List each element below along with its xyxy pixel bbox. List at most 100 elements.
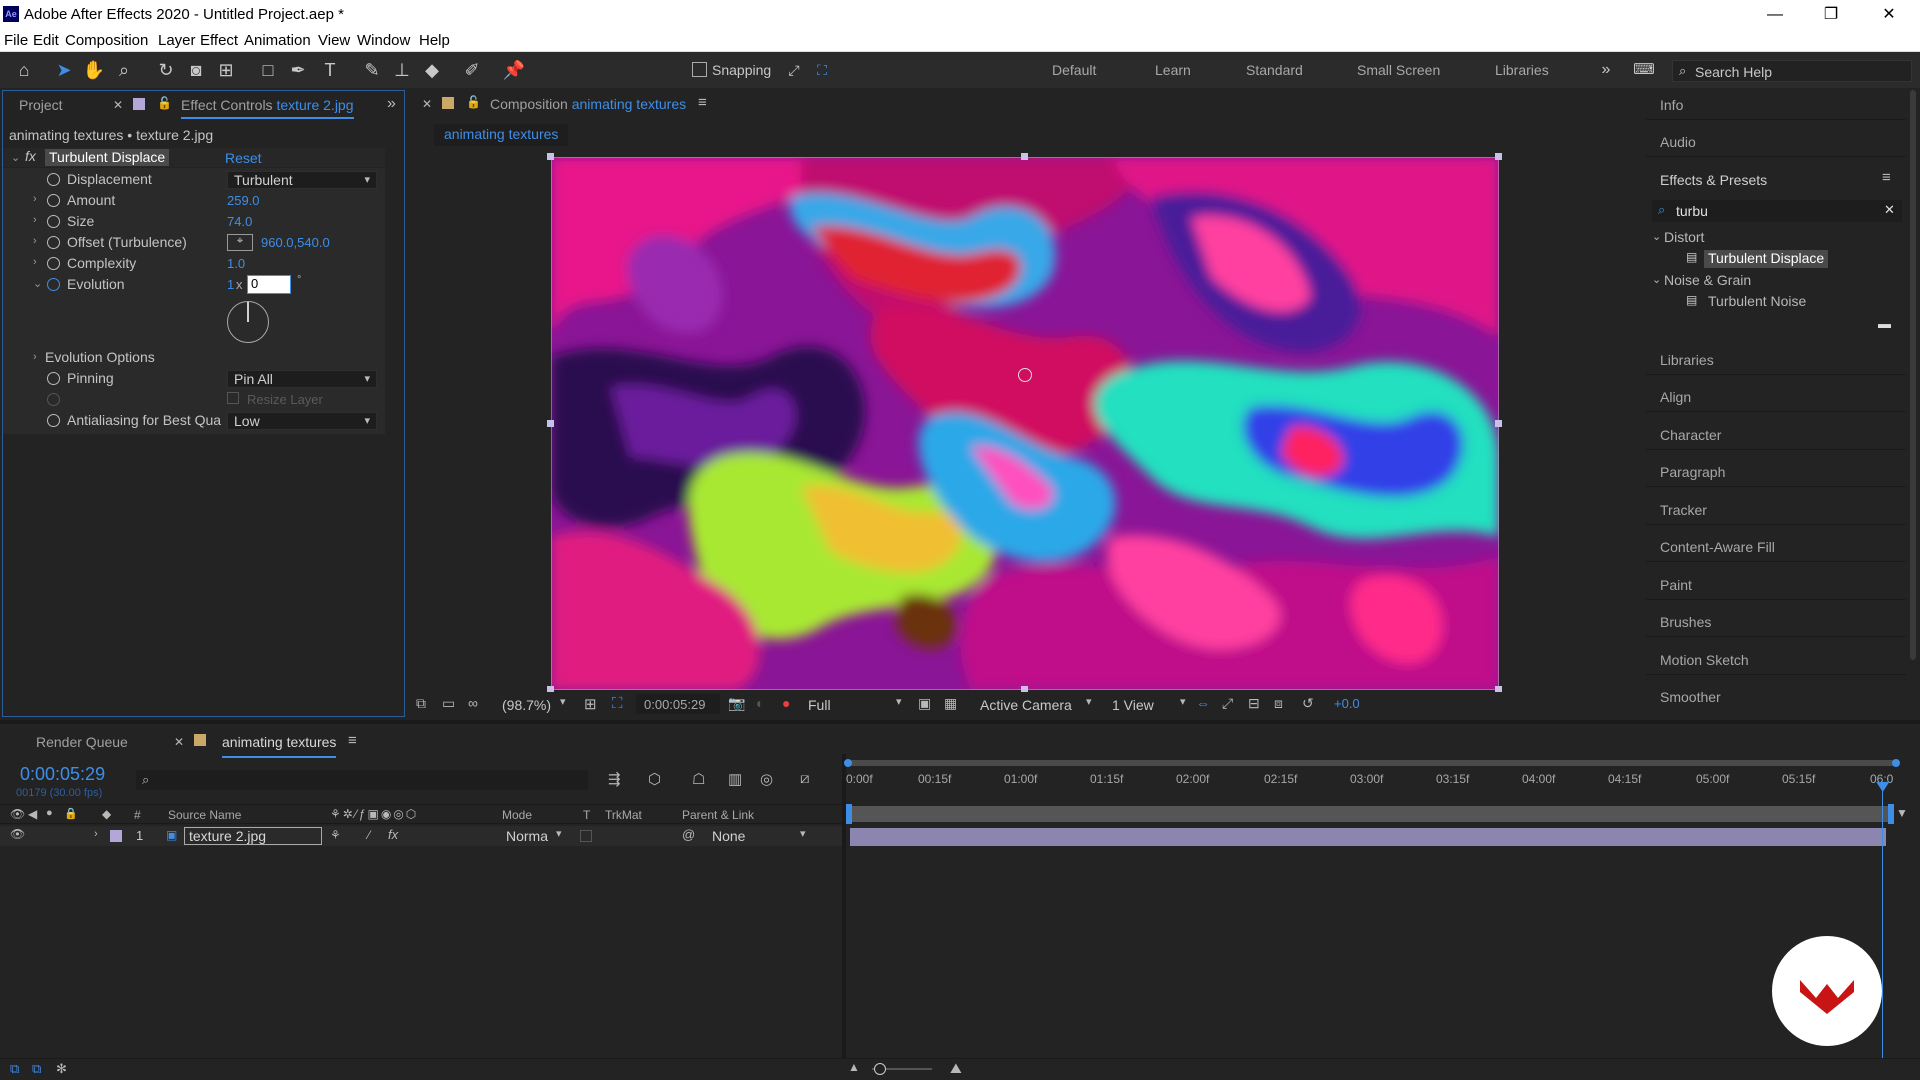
audio-panel-header[interactable]: Audio: [1646, 127, 1906, 157]
menu-file[interactable]: File: [4, 32, 28, 49]
offset-value[interactable]: 960.0,540.0: [261, 235, 330, 250]
snap-options-icon[interactable]: ⤢: [782, 58, 806, 82]
toggle-pixel-aspect-icon[interactable]: ⇔: [1196, 695, 1210, 711]
stopwatch-icon[interactable]: [47, 173, 60, 186]
menu-layer[interactable]: Layer: [158, 32, 196, 49]
zoom-icon[interactable]: ⌕: [112, 58, 136, 82]
reset-link[interactable]: Reset: [225, 150, 262, 166]
snap-edges-icon[interactable]: ⛶: [810, 58, 834, 82]
twirl-layer-icon[interactable]: ›: [94, 828, 98, 840]
brushes-panel-header[interactable]: Brushes: [1646, 607, 1906, 637]
fast-previews-icon[interactable]: ▣: [918, 695, 931, 712]
zoom-level[interactable]: (98.7%): [502, 697, 551, 713]
quality-switch-icon[interactable]: ⁄: [368, 828, 370, 842]
effects-search-field[interactable]: ⌕ turbu ✕: [1652, 200, 1902, 222]
minimize-button[interactable]: —: [1760, 4, 1790, 26]
complexity-value[interactable]: 1.0: [227, 256, 245, 271]
eraser-icon[interactable]: ◆: [420, 58, 444, 82]
resolution-dropdown[interactable]: Full ▾: [808, 695, 908, 713]
parent-dropdown[interactable]: None ▾: [708, 827, 814, 845]
stopwatch-icon[interactable]: [47, 278, 60, 291]
content-aware-fill-panel-header[interactable]: Content-Aware Fill: [1646, 532, 1906, 562]
workspace-small-screen[interactable]: Small Screen: [1357, 62, 1440, 78]
pen-icon[interactable]: ✒: [286, 58, 310, 82]
libraries-panel-header[interactable]: Libraries: [1646, 345, 1906, 375]
stopwatch-icon[interactable]: [47, 194, 60, 207]
stopwatch-icon[interactable]: [47, 414, 60, 427]
paint-panel-header[interactable]: Paint: [1646, 570, 1906, 600]
layer-handle[interactable]: [547, 153, 554, 160]
layer-handle[interactable]: [1495, 420, 1502, 427]
align-panel-header[interactable]: Align: [1646, 382, 1906, 412]
comp-breadcrumb[interactable]: animating textures: [434, 124, 569, 146]
tab-render-queue[interactable]: Render Queue: [36, 734, 128, 762]
chevron-down-icon[interactable]: ⌄: [1652, 230, 1661, 243]
menu-edit[interactable]: Edit: [33, 32, 59, 49]
timecode-field[interactable]: 0:00:05:29: [636, 694, 720, 714]
effects-presets-header[interactable]: Effects & Presets ≡: [1646, 165, 1906, 195]
exposure-value[interactable]: +0.0: [1334, 696, 1360, 711]
panel-menu-icon[interactable]: ≡: [1882, 169, 1891, 186]
shy-icon[interactable]: ☖: [692, 770, 705, 788]
close-tab-icon[interactable]: ✕: [113, 98, 123, 112]
draft-3d-icon[interactable]: ⬡: [648, 770, 661, 788]
audio-icon[interactable]: ◀: [28, 807, 37, 821]
preserve-transparency-checkbox[interactable]: [580, 830, 592, 842]
tracker-panel-header[interactable]: Tracker: [1646, 495, 1906, 525]
menu-view[interactable]: View: [318, 32, 350, 49]
comp-mini-flowchart-icon[interactable]: ⇶: [608, 770, 621, 788]
layer-switches-toggle-icon[interactable]: ⧉: [10, 1061, 19, 1077]
motion-blur-icon[interactable]: ◎: [760, 770, 773, 788]
snapping-checkbox[interactable]: [692, 62, 707, 77]
monitor-icon[interactable]: ▭: [442, 695, 455, 712]
camera-icon[interactable]: ◙: [184, 58, 208, 82]
zoom-to-end-icon[interactable]: ▼: [1896, 806, 1910, 846]
layer-handle[interactable]: [1021, 153, 1028, 160]
pinning-dropdown[interactable]: Pin All ▾: [227, 370, 377, 388]
eye-icon[interactable]: 👁: [10, 827, 25, 841]
current-time-indicator[interactable]: [1876, 782, 1890, 1074]
fx-switch-icon[interactable]: fx: [388, 827, 398, 842]
layer-search-field[interactable]: ⌕: [136, 770, 588, 790]
smoother-panel-header[interactable]: Smoother: [1646, 682, 1906, 712]
stopwatch-icon[interactable]: [47, 236, 60, 249]
close-tab-icon[interactable]: ✕: [422, 97, 432, 111]
more-workspaces-icon[interactable]: »: [1594, 58, 1618, 82]
lock-icon[interactable]: 🔒: [64, 807, 78, 820]
menu-effect[interactable]: Effect: [200, 32, 238, 49]
twirl-offset-icon[interactable]: ›: [33, 235, 37, 247]
evolution-dial[interactable]: [227, 301, 269, 343]
column-source-name[interactable]: Source Name: [168, 808, 241, 822]
right-panel-scrollbar[interactable]: [1910, 90, 1916, 660]
timeline-splitter[interactable]: [842, 754, 846, 1080]
panel-menu-icon[interactable]: ≡: [348, 732, 357, 749]
camera-dropdown[interactable]: Active Camera ▾: [980, 695, 1100, 713]
panel-menu-icon[interactable]: ≡: [698, 94, 707, 111]
layer-duration-bar[interactable]: [850, 828, 1886, 846]
chevron-down-icon[interactable]: ▾: [560, 695, 566, 708]
sync-settings-icon[interactable]: ⌨: [1632, 58, 1656, 82]
graph-editor-icon[interactable]: ⧄: [800, 770, 810, 787]
stopwatch-icon[interactable]: [47, 372, 60, 385]
tree-item-turbulent-noise[interactable]: Turbulent Noise: [1708, 293, 1806, 309]
tab-composition[interactable]: Composition animating textures: [490, 96, 686, 124]
region-of-interest-icon[interactable]: ⛶: [612, 695, 623, 712]
twirl-amount-icon[interactable]: ›: [33, 193, 37, 205]
displacement-dropdown[interactable]: Turbulent ▾: [227, 171, 377, 189]
always-preview-icon[interactable]: ⧉: [416, 695, 426, 712]
twirl-evolution-icon[interactable]: ⌄: [33, 277, 42, 290]
zoom-out-icon[interactable]: ▲: [848, 1060, 860, 1074]
workspace-standard[interactable]: Standard: [1246, 62, 1303, 78]
lock-icon[interactable]: 🔓: [157, 96, 172, 110]
brush-icon[interactable]: ✎: [360, 58, 384, 82]
motion-sketch-panel-header[interactable]: Motion Sketch: [1646, 645, 1906, 675]
menu-composition[interactable]: Composition: [65, 32, 148, 49]
timeline-timecode[interactable]: 0:00:05:29: [20, 764, 105, 785]
roto-brush-icon[interactable]: ✐: [460, 58, 484, 82]
time-ruler[interactable]: 0:00f 00:15f 01:00f 01:15f 02:00f 02:15f…: [846, 768, 1898, 798]
rectangle-icon[interactable]: □: [256, 58, 280, 82]
layer-handle[interactable]: [547, 420, 554, 427]
view-layout-dropdown[interactable]: 1 View ▾: [1112, 695, 1192, 713]
anchor-point-icon[interactable]: [1018, 368, 1032, 382]
time-navigator[interactable]: [844, 759, 1900, 767]
